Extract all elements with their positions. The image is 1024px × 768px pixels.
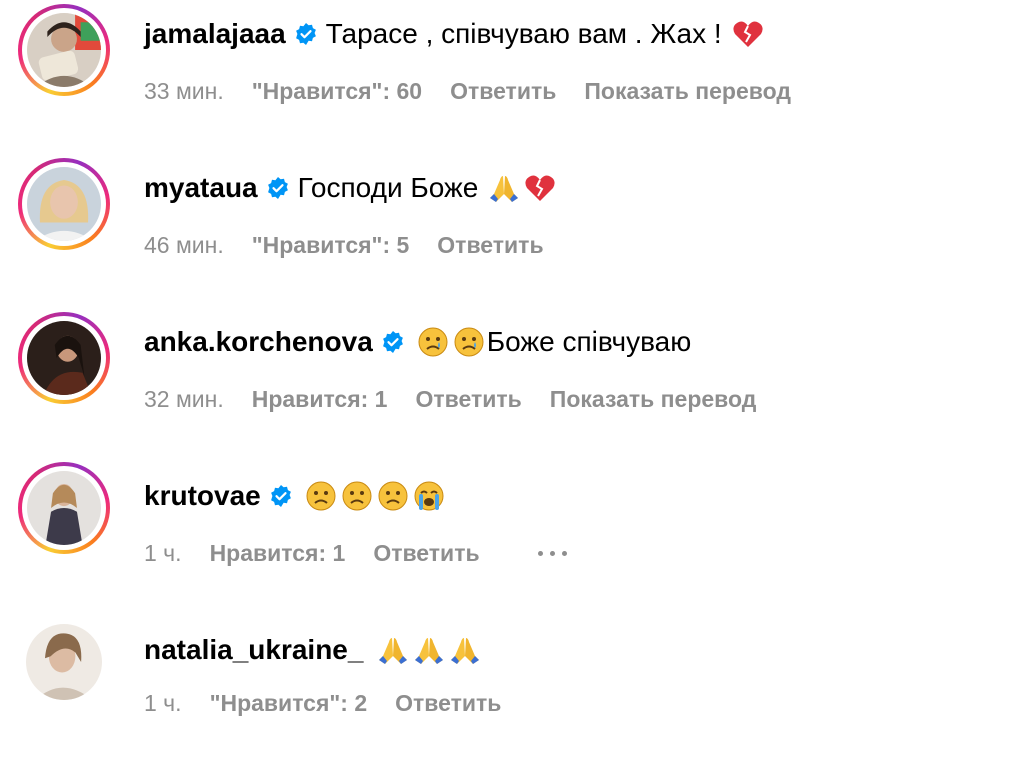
reply-button[interactable]: Ответить xyxy=(373,540,479,567)
comment-time[interactable]: 1 ч. xyxy=(144,690,182,717)
reply-button[interactable]: Ответить xyxy=(450,78,556,105)
more-options-icon[interactable] xyxy=(532,548,572,558)
avatar xyxy=(27,321,101,395)
folded-hands-icon xyxy=(377,634,409,666)
comment-item: myataua Господи Боже 46 мин. "Нравится":… xyxy=(0,154,1024,304)
comment-meta: 1 ч. Нравится: 1 Ответить xyxy=(144,536,600,570)
username-link[interactable]: myataua xyxy=(144,172,258,204)
sad-face-icon xyxy=(377,480,409,512)
verified-badge-icon xyxy=(269,484,293,508)
folded-hands-icon xyxy=(449,634,481,666)
avatar xyxy=(27,13,101,87)
sad-face-icon xyxy=(305,480,337,512)
show-translation-button[interactable]: Показать перевод xyxy=(550,386,757,413)
avatar[interactable] xyxy=(26,624,102,700)
comment-text: Боже співчуваю xyxy=(486,326,692,357)
avatar-story-ring[interactable] xyxy=(18,462,110,554)
crying-face-icon xyxy=(417,326,449,358)
crying-face-icon xyxy=(453,326,485,358)
avatar-story-ring[interactable] xyxy=(18,4,110,96)
show-translation-button[interactable]: Показать перевод xyxy=(584,78,791,105)
comment-meta: 33 мин. "Нравится": 60 Ответить Показать… xyxy=(144,74,819,108)
comment-item: anka.korchenova Боже співчуваю 32 мин. Н… xyxy=(0,308,1024,458)
avatar xyxy=(27,471,101,545)
likes-count[interactable]: Нравится: 1 xyxy=(252,386,388,413)
comment-text: Тарасе , співчуваю вам . Жах ! xyxy=(325,18,722,49)
comment-time[interactable]: 46 мин. xyxy=(144,232,224,259)
username-link[interactable]: anka.korchenova xyxy=(144,326,373,358)
likes-count[interactable]: "Нравится": 60 xyxy=(252,78,422,105)
verified-badge-icon xyxy=(294,22,318,46)
likes-count[interactable]: Нравится: 1 xyxy=(210,540,346,567)
folded-hands-icon xyxy=(413,634,445,666)
avatar-story-ring[interactable] xyxy=(18,158,110,250)
comment-meta: 1 ч. "Нравится": 2 Ответить xyxy=(144,686,529,720)
reply-button[interactable]: Ответить xyxy=(395,690,501,717)
username-link[interactable]: natalia_ukraine_ xyxy=(144,634,363,666)
username-link[interactable]: krutovae xyxy=(144,480,261,512)
sad-face-icon xyxy=(341,480,373,512)
verified-badge-icon xyxy=(266,176,290,200)
comment-main-line: myataua Господи Боже xyxy=(144,168,556,208)
comment-time[interactable]: 33 мин. xyxy=(144,78,224,105)
broken-heart-icon xyxy=(732,18,764,50)
reply-button[interactable]: Ответить xyxy=(437,232,543,259)
comment-main-line: krutovae xyxy=(144,476,445,516)
comment-item: jamalajaaa Тарасе , співчуваю вам . Жах … xyxy=(0,0,1024,150)
comment-meta: 32 мин. Нравится: 1 Ответить Показать пе… xyxy=(144,382,784,416)
comment-text: Господи Боже xyxy=(297,172,479,203)
avatar xyxy=(27,167,101,241)
comment-item: krutovae 1 ч. Нравится: 1 Ответить xyxy=(0,462,1024,612)
loudly-crying-face-icon xyxy=(413,480,445,512)
username-link[interactable]: jamalajaaa xyxy=(144,18,286,50)
comment-item: natalia_ukraine_ 1 ч. "Нравится": 2 Отве… xyxy=(0,616,1024,766)
reply-button[interactable]: Ответить xyxy=(415,386,521,413)
comment-main-line: anka.korchenova Боже співчуваю xyxy=(144,322,691,362)
likes-count[interactable]: "Нравится": 5 xyxy=(252,232,410,259)
avatar-story-ring[interactable] xyxy=(18,312,110,404)
comment-meta: 46 мин. "Нравится": 5 Ответить xyxy=(144,228,572,262)
likes-count[interactable]: "Нравится": 2 xyxy=(210,690,368,717)
broken-heart-icon xyxy=(524,172,556,204)
comment-main-line: jamalajaaa Тарасе , співчуваю вам . Жах … xyxy=(144,14,764,54)
folded-hands-icon xyxy=(488,172,520,204)
comment-time[interactable]: 32 мин. xyxy=(144,386,224,413)
comment-main-line: natalia_ukraine_ xyxy=(144,630,481,670)
comment-time[interactable]: 1 ч. xyxy=(144,540,182,567)
comments-list: jamalajaaa Тарасе , співчуваю вам . Жах … xyxy=(0,0,1024,768)
verified-badge-icon xyxy=(381,330,405,354)
